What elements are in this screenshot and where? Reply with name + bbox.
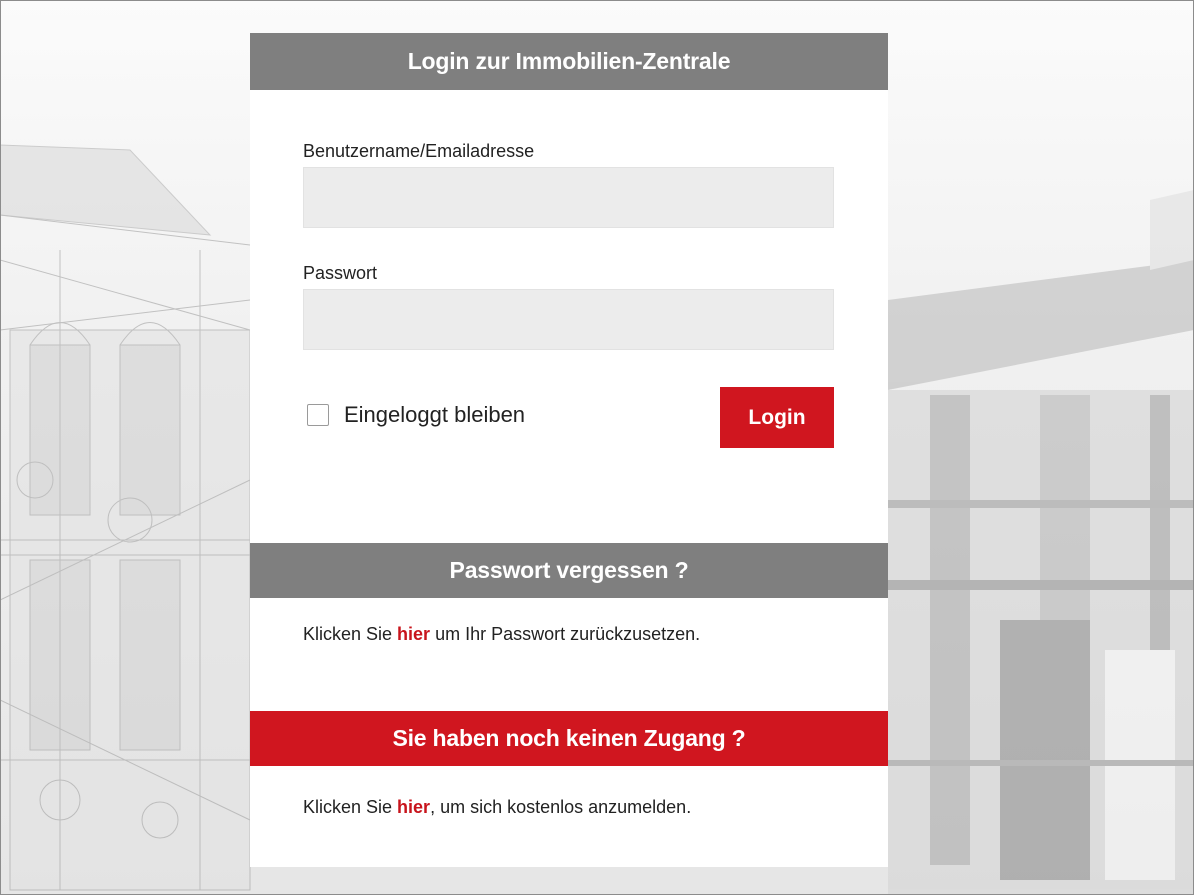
forgot-password-link[interactable]: hier	[397, 624, 430, 644]
register-link[interactable]: hier	[397, 797, 430, 817]
remember-me-checkbox[interactable]	[307, 404, 329, 426]
forgot-password-text: Klicken Sie hier um Ihr Passwort zurückz…	[303, 624, 700, 645]
forgot-text-before: Klicken Sie	[303, 624, 398, 644]
login-title: Login zur Immobilien-Zentrale	[250, 33, 888, 90]
remember-me-label: Eingeloggt bleiben	[344, 402, 526, 427]
login-button[interactable]: Login	[720, 387, 834, 448]
forgot-text-after: um Ihr Passwort zurückzusetzen.	[430, 624, 701, 644]
username-label: Benutzername/Emailadresse	[303, 141, 535, 161]
username-input[interactable]	[303, 167, 834, 228]
forgot-password-heading: Passwort vergessen ?	[250, 543, 888, 598]
login-card: Login zur Immobilien-Zentrale Benutzerna…	[250, 33, 888, 867]
remember-me-option[interactable]: Eingeloggt bleiben	[307, 402, 525, 428]
password-input[interactable]	[303, 289, 834, 350]
password-label: Passwort	[303, 263, 378, 283]
register-text: Klicken Sie hier, um sich kostenlos anzu…	[303, 797, 691, 818]
register-heading: Sie haben noch keinen Zugang ?	[250, 711, 888, 766]
register-text-after: , um sich kostenlos anzumelden.	[430, 797, 692, 817]
register-text-before: Klicken Sie	[303, 797, 398, 817]
